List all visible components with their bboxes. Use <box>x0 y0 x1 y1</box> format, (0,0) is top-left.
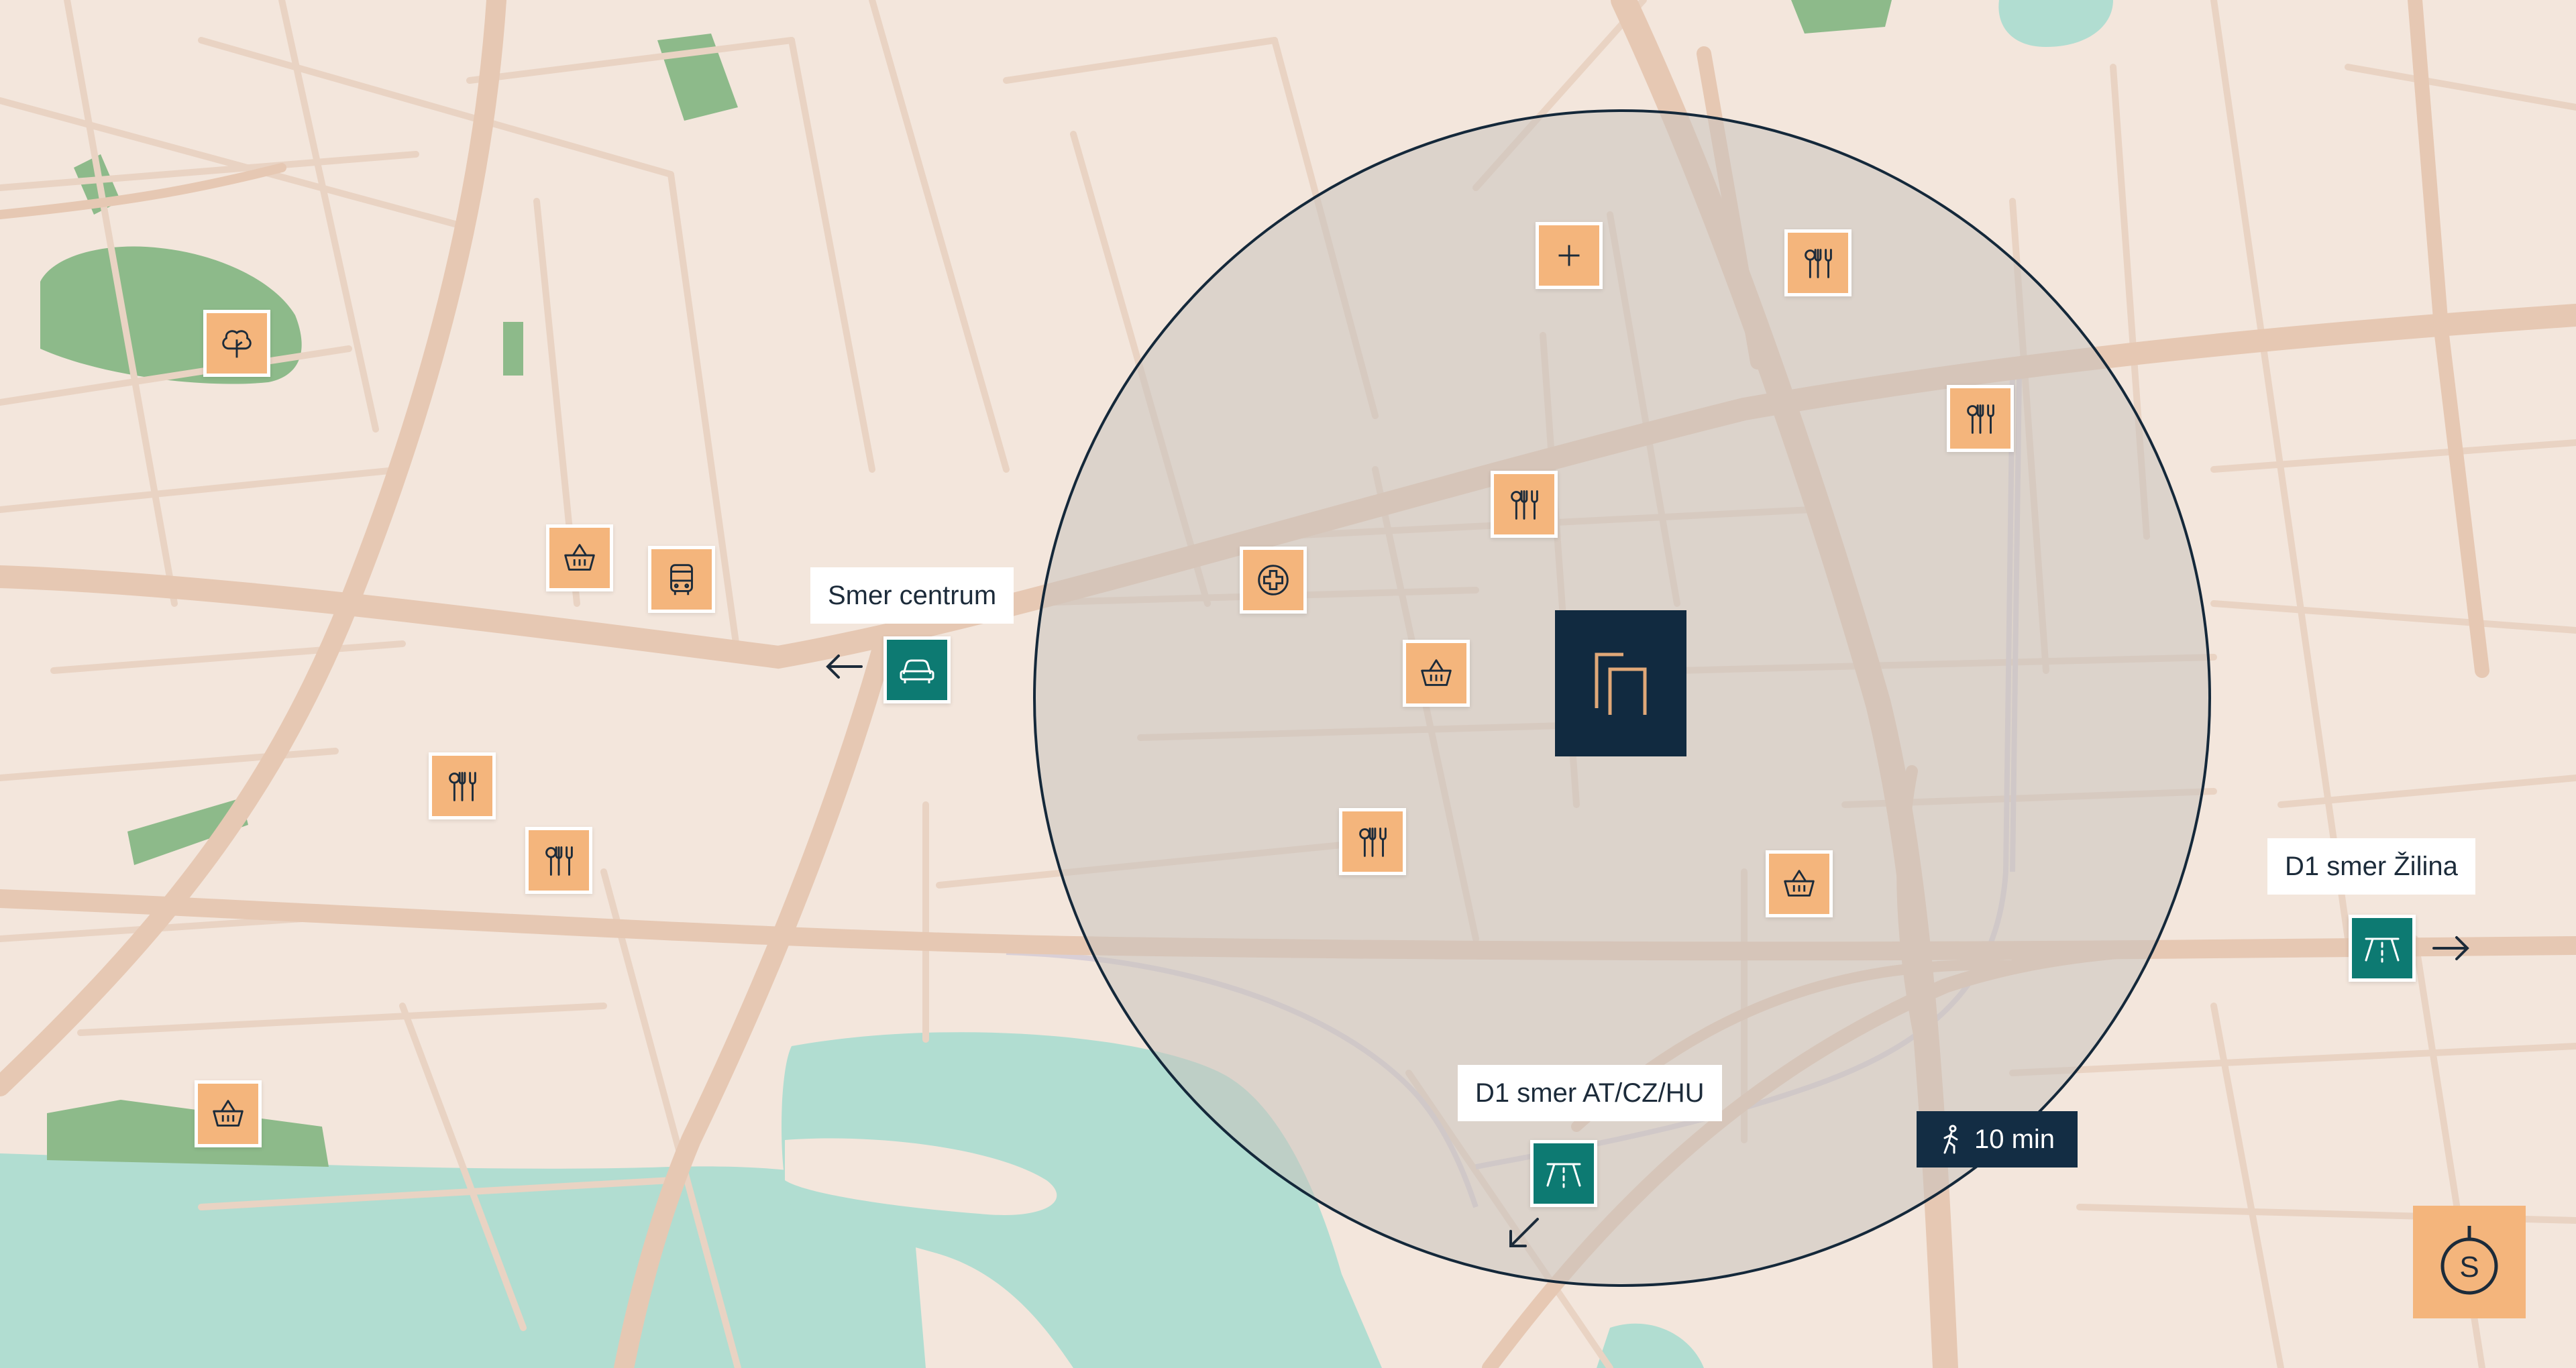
route-label-city-center: Smer centrum <box>810 567 1014 624</box>
restaurant-marker[interactable] <box>525 827 592 894</box>
fork-knife-icon <box>1967 404 1994 434</box>
car-icon <box>900 659 934 683</box>
basket-icon <box>1784 870 1815 897</box>
highway-icon <box>2365 937 2400 963</box>
tree-icon <box>222 330 252 358</box>
hospital-marker[interactable] <box>1240 547 1307 614</box>
fork-knife-icon <box>545 846 573 876</box>
brand-letter: S <box>2459 1251 2479 1284</box>
restaurant-marker[interactable] <box>429 752 496 819</box>
basket-icon <box>1421 659 1452 686</box>
map-canvas[interactable]: Smer centrum D1 smer Žilina D1 smer AT/C… <box>0 0 2576 1368</box>
arrow-down-left-icon <box>1509 1218 1539 1247</box>
route-marker-d1-south[interactable] <box>1530 1140 1597 1207</box>
plus-icon <box>1558 245 1580 266</box>
park-marker[interactable] <box>203 310 270 377</box>
shop-marker[interactable] <box>1403 640 1470 707</box>
route-marker-d1-zilina[interactable] <box>2349 915 2416 982</box>
brand-badge[interactable]: S <box>2413 1206 2526 1318</box>
fork-knife-icon <box>1511 490 1538 520</box>
fork-knife-icon <box>1805 249 1832 278</box>
arrow-left-icon <box>826 654 863 679</box>
pedestrian-icon <box>1943 1125 1958 1154</box>
compass-s-icon: S <box>2440 1226 2498 1295</box>
shop-marker[interactable] <box>195 1080 262 1147</box>
bus-icon <box>670 564 693 595</box>
map-base-layer <box>0 0 2576 1368</box>
shop-marker[interactable] <box>1766 850 1833 917</box>
restaurant-marker[interactable] <box>1947 385 2014 452</box>
highway-icon <box>1546 1163 1581 1188</box>
basket-icon <box>213 1100 244 1127</box>
fork-knife-icon <box>1359 828 1387 857</box>
project-logo-icon <box>1595 652 1647 715</box>
project-marker[interactable] <box>1555 610 1686 756</box>
walking-time-badge: 10 min <box>1917 1111 2078 1167</box>
shop-marker[interactable] <box>546 524 613 591</box>
restaurant-marker[interactable] <box>1339 808 1406 875</box>
route-label-d1-zilina: D1 smer Žilina <box>2267 838 2475 895</box>
route-marker-city-center[interactable] <box>883 636 951 703</box>
basket-icon <box>564 544 595 571</box>
medical-cross-icon <box>1258 565 1289 595</box>
route-label-d1-south: D1 smer AT/CZ/HU <box>1458 1065 1722 1121</box>
restaurant-marker[interactable] <box>1491 471 1558 538</box>
fork-knife-icon <box>449 772 476 801</box>
walking-time-label: 10 min <box>1974 1124 2055 1154</box>
arrow-right-icon <box>2432 936 2469 960</box>
restaurant-marker[interactable] <box>1784 229 1851 296</box>
pharmacy-marker[interactable] <box>1536 222 1603 289</box>
bus-stop-marker[interactable] <box>648 546 715 613</box>
